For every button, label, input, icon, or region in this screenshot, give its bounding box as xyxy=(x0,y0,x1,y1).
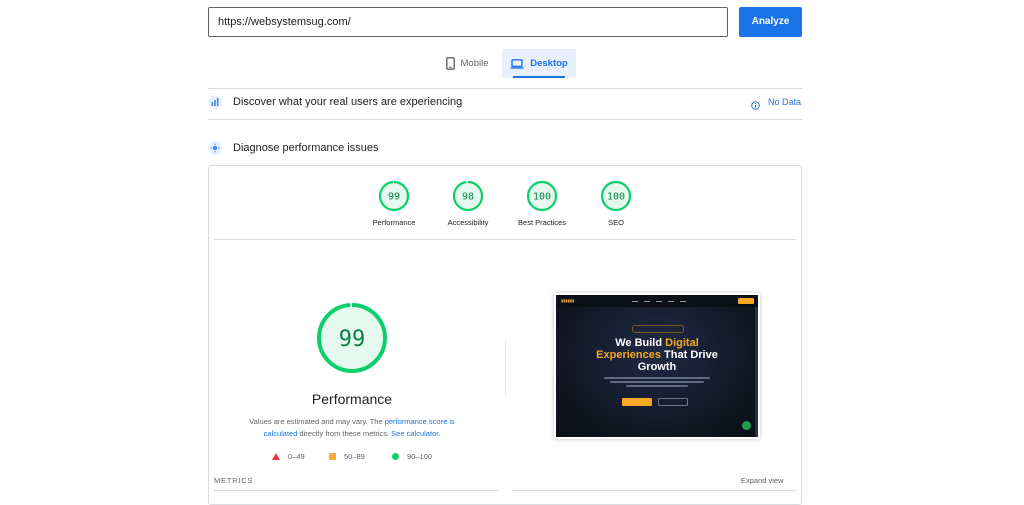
analyze-button[interactable]: Analyze xyxy=(739,7,802,37)
thumbnail-body-line xyxy=(604,377,710,379)
thumbnail-chat-icon xyxy=(742,421,751,430)
performance-note: Values are estimated and may vary. The p… xyxy=(249,417,455,438)
divider xyxy=(214,490,498,491)
laptop-icon xyxy=(510,58,524,69)
thumbnail-nav-item: ▬▬ xyxy=(632,299,638,303)
field-data-title: Discover what your real users are experi… xyxy=(233,96,463,108)
score-label: SEO xyxy=(608,218,624,227)
svg-text:100: 100 xyxy=(607,192,625,203)
thumbnail-cta xyxy=(738,298,754,304)
divider xyxy=(512,490,796,491)
thumbnail-body-line xyxy=(610,381,704,383)
thumbnail-nav-item: ▬▬ xyxy=(668,299,674,303)
legend-poor: 0–49 xyxy=(272,452,305,461)
divider xyxy=(505,338,506,398)
screenshot-image: ▮▮▮▮▮▮ ▬▬ ▬▬ ▬▬ ▬▬ ▬▬ We Build Digital E… xyxy=(556,295,758,437)
final-screenshot: ▮▮▮▮▮▮ ▬▬ ▬▬ ▬▬ ▬▬ ▬▬ We Build Digital E… xyxy=(554,293,760,439)
thumbnail-headline-3: Growth xyxy=(637,361,677,373)
tab-desktop-label: Desktop xyxy=(530,58,568,69)
score-gauge: 100 xyxy=(526,180,558,212)
thumbnail-pill xyxy=(632,325,684,333)
svg-text:99: 99 xyxy=(339,327,366,352)
tab-mobile[interactable]: Mobile xyxy=(437,49,497,78)
thumbnail-primary-button xyxy=(622,398,652,406)
thumbnail-headline-2: Experiences That Drive xyxy=(596,349,718,361)
divider xyxy=(214,239,796,240)
score-seo[interactable]: 100 SEO xyxy=(571,180,661,227)
legend-good: 90–100 xyxy=(392,452,432,461)
url-input[interactable]: https://websystemsug.com/ xyxy=(208,7,728,37)
tab-desktop[interactable]: Desktop xyxy=(502,49,576,78)
tab-mobile-label: Mobile xyxy=(460,58,489,69)
diagnose-icon xyxy=(208,141,222,160)
thumbnail-nav-item: ▬▬ xyxy=(656,299,662,303)
score-gauge: 99 xyxy=(378,180,410,212)
thumbnail-body-line xyxy=(626,385,688,387)
score-gauge: 100 xyxy=(600,180,632,212)
thumbnail-secondary-button xyxy=(658,398,688,406)
thumbnail-logo: ▮▮▮▮▮▮ xyxy=(561,298,575,303)
svg-text:100: 100 xyxy=(533,192,551,203)
field-data-status: No Data xyxy=(768,97,802,107)
performance-gauge: 99 xyxy=(317,303,387,373)
diagnose-title: Diagnose performance issues xyxy=(233,142,379,154)
see-calculator-link[interactable]: See calculator. xyxy=(391,429,440,438)
divider xyxy=(208,88,802,89)
thumbnail-scrollbar xyxy=(755,307,758,437)
legend-average: 50–89 xyxy=(329,452,365,461)
performance-title: Performance xyxy=(311,391,393,407)
thumbnail-nav-item: ▬▬ xyxy=(644,299,650,303)
divider xyxy=(208,119,802,120)
metrics-label: METRICS xyxy=(214,476,254,485)
triangle-icon xyxy=(272,453,280,460)
score-gauge: 98 xyxy=(452,180,484,212)
info-icon xyxy=(751,97,760,115)
circle-icon xyxy=(392,453,399,460)
tab-desktop-indicator xyxy=(513,76,565,78)
field-data-icon xyxy=(208,95,222,114)
thumbnail-headline-1: We Build Digital xyxy=(615,337,699,349)
mobile-icon xyxy=(445,57,455,70)
square-icon xyxy=(329,453,336,460)
svg-text:98: 98 xyxy=(462,192,474,203)
svg-text:99: 99 xyxy=(388,192,400,203)
thumbnail-nav-item: ▬▬ xyxy=(680,299,686,303)
expand-view-button[interactable]: Expand view xyxy=(741,476,784,485)
